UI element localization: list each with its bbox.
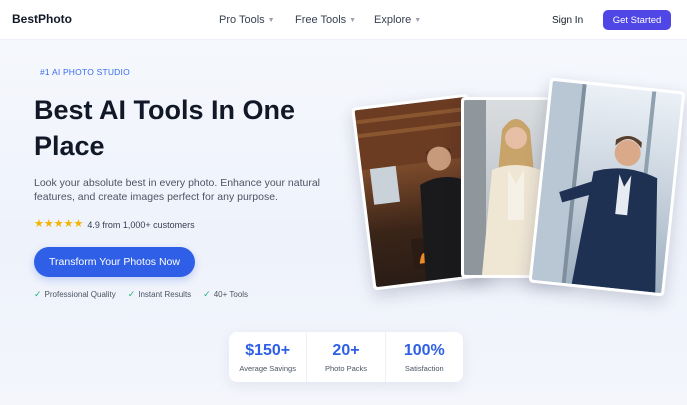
hero-subtext: Look your absolute best in every photo. … — [34, 177, 321, 203]
star-icon: ★ — [34, 218, 44, 230]
eyebrow-text: #1 AI PHOTO STUDIO — [40, 67, 130, 77]
stats-card: $150+ Average Savings 20+ Photo Packs 10… — [229, 332, 463, 382]
page-title: Best AI Tools In One Place — [34, 95, 296, 161]
logo[interactable]: BestPhoto — [12, 12, 72, 26]
transform-photos-button[interactable]: Transform Your Photos Now — [34, 247, 195, 277]
star-icon: ★ — [63, 218, 74, 230]
stat-value: $150+ — [245, 341, 291, 359]
nav-free-tools[interactable]: Free Tools ▼ — [295, 14, 356, 26]
rating: ★ ★ ★ ★ ★ 4.9 from 1,000+ customers — [34, 219, 195, 230]
stat-value: 20+ — [332, 341, 360, 359]
feature-label: Professional Quality — [44, 290, 116, 299]
feature-item: ✓ Instant Results — [128, 289, 191, 300]
chevron-down-icon: ▼ — [267, 16, 275, 24]
feature-label: 40+ Tools — [213, 290, 249, 299]
check-icon: ✓ — [34, 289, 42, 299]
nav-pro-tools-label: Pro Tools — [219, 14, 265, 26]
stat-average-savings: $150+ Average Savings — [229, 332, 308, 382]
feature-item: ✓ Professional Quality — [34, 289, 116, 300]
nav-explore[interactable]: Explore ▼ — [374, 14, 421, 26]
photo-image — [531, 80, 683, 294]
sign-in-link[interactable]: Sign In — [552, 15, 583, 26]
photo-illustration — [531, 80, 658, 293]
feature-label: Instant Results — [138, 290, 192, 299]
stat-label: Photo Packs — [324, 363, 368, 373]
chevron-down-icon: ▼ — [414, 16, 422, 24]
star-icon: ★ — [73, 218, 84, 230]
stat-photo-packs: 20+ Photo Packs — [307, 332, 386, 382]
check-icon: ✓ — [127, 289, 136, 299]
stat-satisfaction: 100% Satisfaction — [386, 332, 463, 382]
get-started-button[interactable]: Get Started — [603, 10, 671, 30]
feature-item: ✓ 40+ Tools — [203, 289, 248, 300]
check-icon: ✓ — [203, 289, 211, 299]
stat-label: Average Savings — [239, 363, 296, 373]
rating-text: 4.9 from 1,000+ customers — [87, 219, 195, 230]
stat-value: 100% — [403, 341, 445, 359]
star-icon: ★ — [53, 218, 64, 230]
nav-pro-tools[interactable]: Pro Tools ▼ — [219, 14, 275, 26]
stat-label: Satisfaction — [404, 363, 444, 373]
feature-list: ✓ Professional Quality ✓ Instant Results… — [34, 289, 248, 300]
nav-free-tools-label: Free Tools — [295, 14, 347, 26]
nav-explore-label: Explore — [374, 14, 412, 26]
chevron-down-icon: ▼ — [349, 16, 357, 24]
sample-photo-man-suit — [528, 77, 686, 297]
top-nav: BestPhoto Pro Tools ▼ Free Tools ▼ Explo… — [0, 0, 687, 40]
rating-stars: ★ ★ ★ ★ ★ — [34, 219, 83, 230]
star-icon: ★ — [43, 218, 54, 230]
